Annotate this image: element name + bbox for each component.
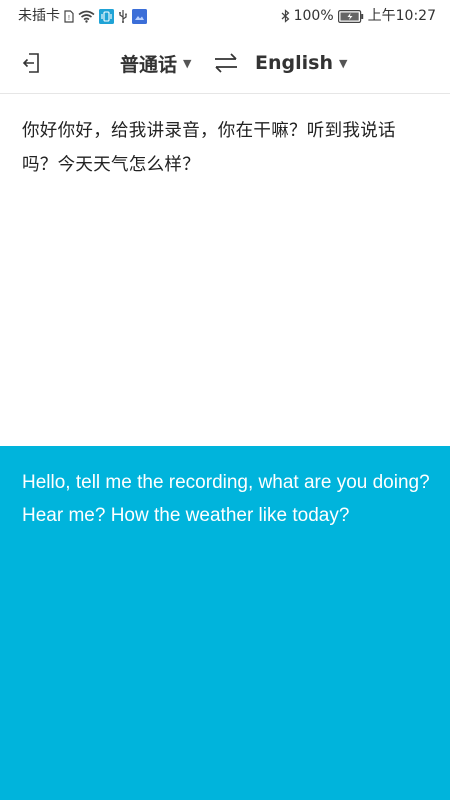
status-bar-left: 未插卡 ! [0,8,147,24]
language-bar: 普通话 ▼ English ▼ [0,32,450,94]
chevron-down-icon: ▼ [338,56,348,70]
vibrate-icon [99,8,114,24]
source-language-label: 普通话 [120,53,178,76]
source-text-area[interactable]: 你好你好，给我讲录音，你在干嘛？听到我说话吗？今天天气怎么样？ [0,94,450,446]
wifi-icon [78,10,95,23]
carrier-label: 未插卡 [18,8,60,24]
swap-icon [213,52,239,74]
chevron-down-icon: ▼ [183,56,192,70]
bluetooth-icon [281,9,290,23]
battery-icon [337,9,364,23]
image-notification-icon [132,8,147,24]
sim-card-icon: ! [64,9,74,23]
target-language-dropdown[interactable]: English ▼ [255,46,347,80]
source-language-dropdown[interactable]: 普通话 ▼ [120,46,191,80]
swap-languages-button[interactable] [211,49,241,77]
exit-icon [22,52,42,74]
app-screen: 未插卡 ! 100% 上午10:27 普通话 ▼ English ▼ 你好你好，… [0,0,450,800]
status-bar: 未插卡 ! 100% 上午10:27 [0,0,450,32]
usb-icon [118,9,128,23]
clock: 上午10:27 [367,8,436,24]
translation-text: Hello, tell me the recording, what are y… [22,472,430,526]
status-bar-right: 100% 上午10:27 [281,9,450,23]
exit-button[interactable] [16,48,48,78]
source-text: 你好你好，给我讲录音，你在干嘛？听到我说话吗？今天天气怎么样？ [22,121,396,175]
svg-text:!: ! [68,15,70,22]
translation-panel[interactable]: Hello, tell me the recording, what are y… [0,446,450,800]
battery-percent: 100% [293,8,334,24]
target-language-label: English [255,52,333,74]
